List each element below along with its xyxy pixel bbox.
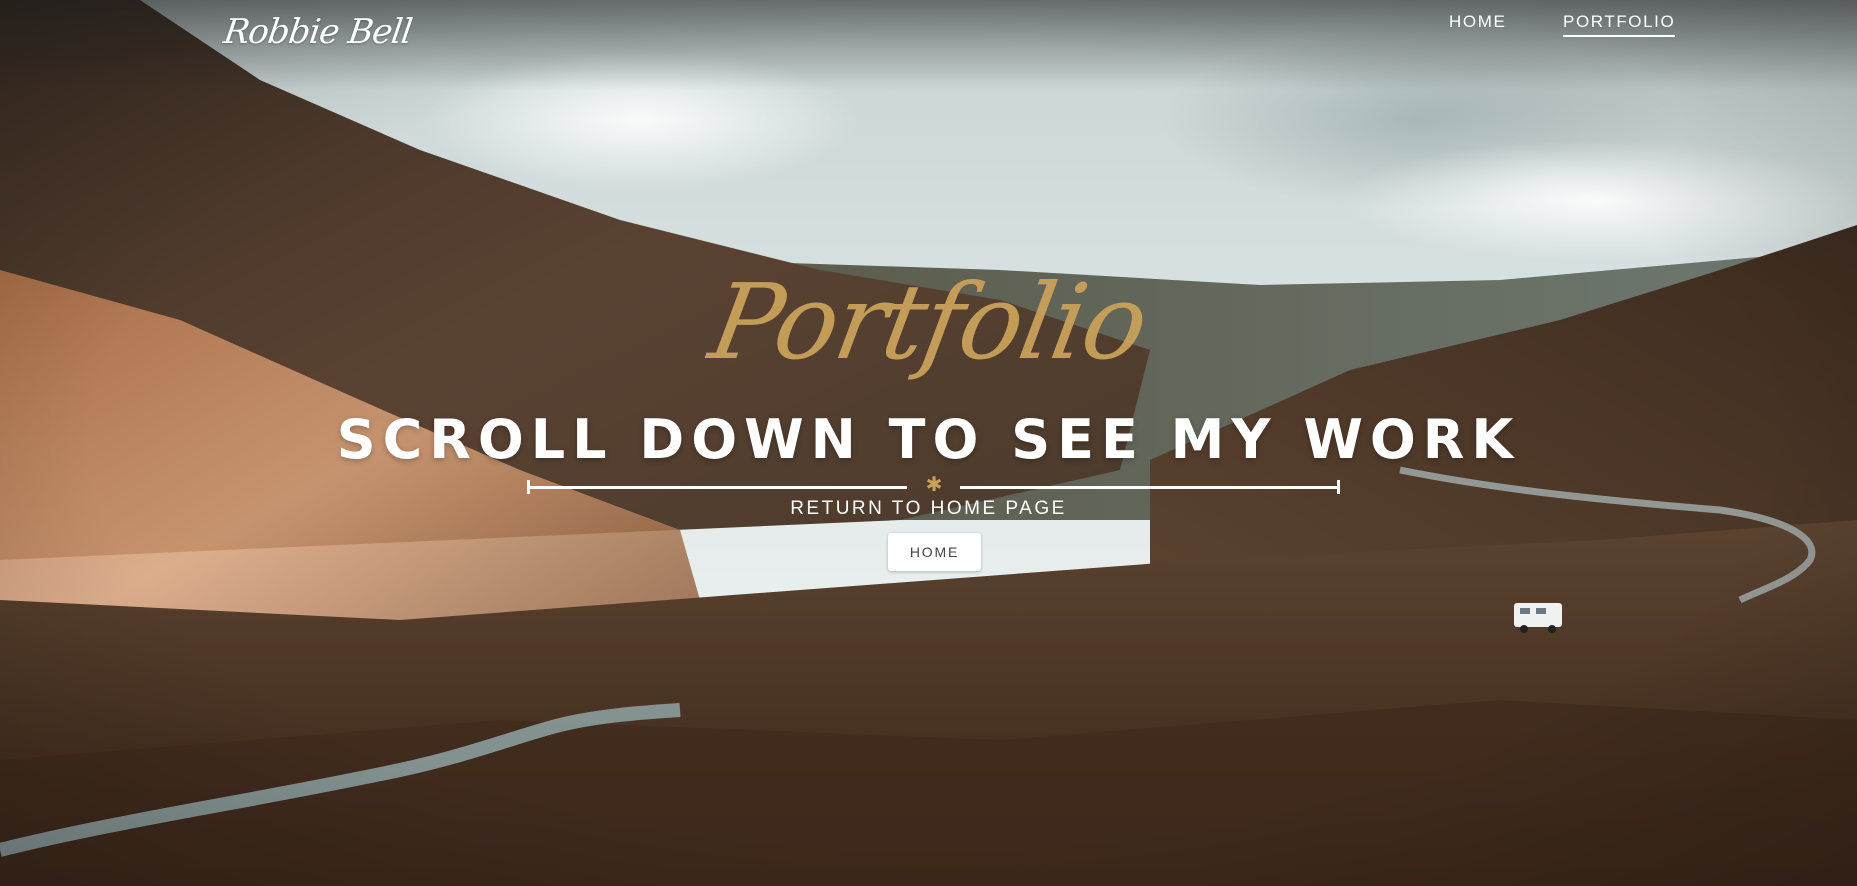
hero-headline: SCROLL DOWN TO SEE MY WORK <box>336 408 1521 471</box>
hero-section: Robbie Bell HOME PORTFOLIO Portfolio SCR… <box>0 0 1857 886</box>
asterisk-icon: ✱ <box>925 472 943 496</box>
hero-subline: RETURN TO HOME PAGE <box>790 498 1067 519</box>
divider-line-left <box>527 486 907 489</box>
ornamental-divider: ✱ <box>527 474 1340 498</box>
home-button[interactable]: HOME <box>888 533 981 571</box>
divider-line-right <box>960 486 1340 489</box>
divider-cap-right <box>1337 480 1340 494</box>
script-title: Portfolio <box>701 261 1156 383</box>
hero-content: Portfolio SCROLL DOWN TO SEE MY WORK ✱ R… <box>0 0 1857 886</box>
